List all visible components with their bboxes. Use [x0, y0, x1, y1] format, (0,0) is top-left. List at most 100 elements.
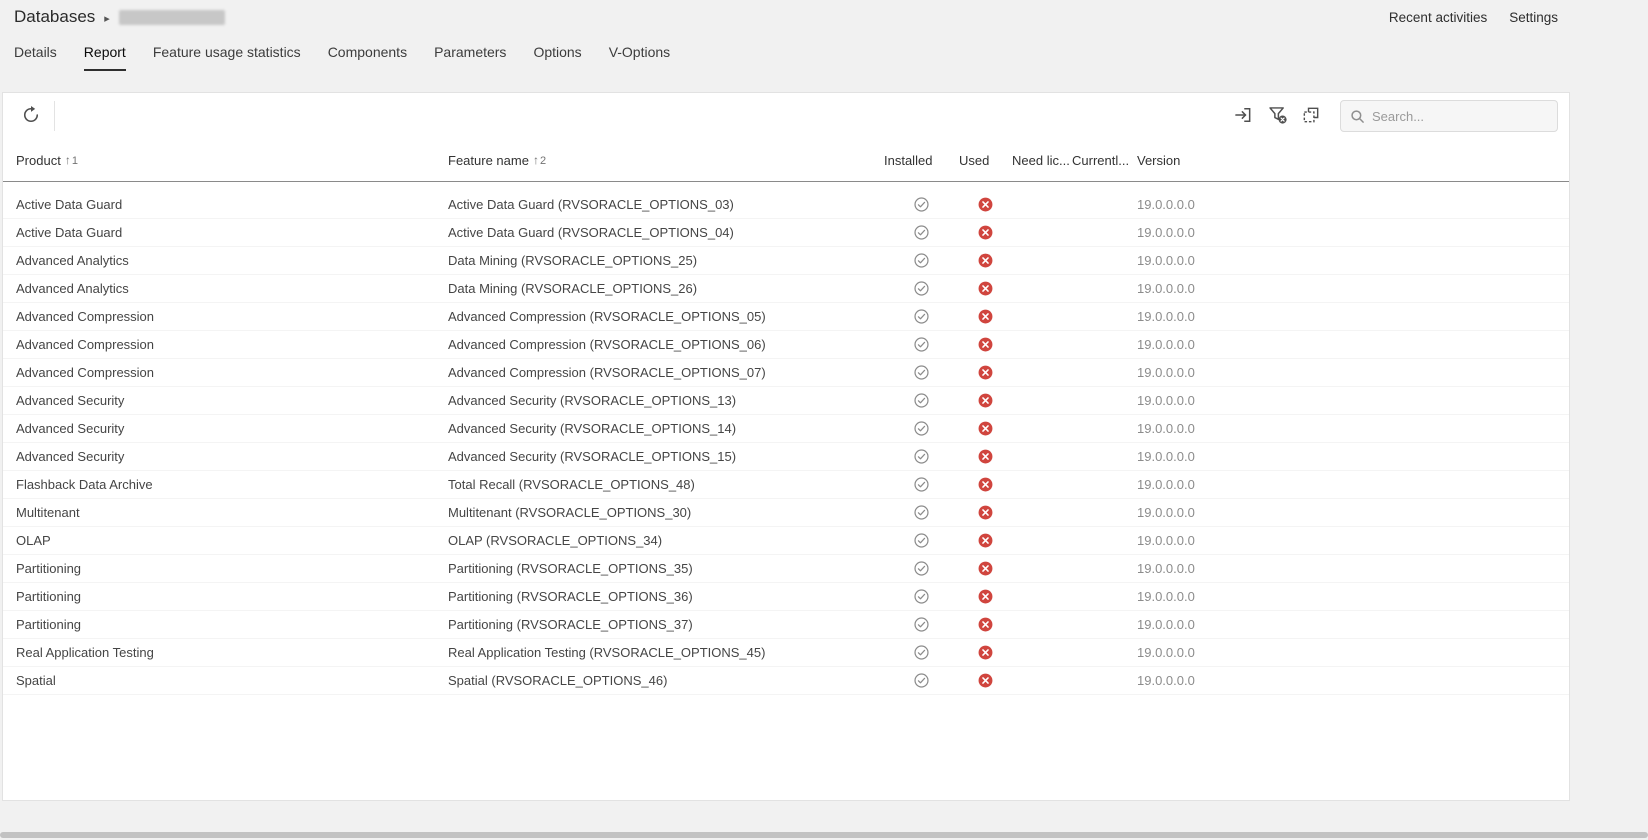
cell-used — [959, 225, 1012, 240]
used-no-icon — [978, 393, 993, 408]
used-no-icon — [978, 645, 993, 660]
installed-yes-icon — [914, 673, 929, 688]
tab-components[interactable]: Components — [328, 44, 407, 71]
column-header-feature-name[interactable]: Feature name ↑ 2 — [448, 153, 884, 168]
cell-installed — [884, 617, 959, 632]
cell-version: 19.0.0.0.0 — [1137, 561, 1556, 576]
cell-used — [959, 617, 1012, 632]
cell-product: Advanced Compression — [16, 309, 448, 324]
installed-yes-icon — [914, 505, 929, 520]
column-header-product[interactable]: Product ↑ 1 — [16, 153, 448, 168]
cell-installed — [884, 505, 959, 520]
cell-version: 19.0.0.0.0 — [1137, 533, 1556, 548]
table-row[interactable]: Advanced Analytics Data Mining (RVSORACL… — [3, 247, 1569, 275]
cell-version: 19.0.0.0.0 — [1137, 477, 1556, 492]
cell-installed — [884, 393, 959, 408]
cell-used — [959, 673, 1012, 688]
installed-yes-icon — [914, 253, 929, 268]
cell-installed — [884, 309, 959, 324]
sort-order-number: 2 — [540, 155, 546, 167]
cell-product: Advanced Security — [16, 421, 448, 436]
installed-yes-icon — [914, 533, 929, 548]
cell-version: 19.0.0.0.0 — [1137, 673, 1556, 688]
column-header-installed[interactable]: Installed — [884, 153, 959, 168]
sort-indicator: ↑ 1 — [65, 153, 78, 167]
cell-feature-name: Real Application Testing (RVSORACLE_OPTI… — [448, 645, 884, 660]
table-row[interactable]: Spatial Spatial (RVSORACLE_OPTIONS_46) 1… — [3, 667, 1569, 695]
cell-used — [959, 281, 1012, 296]
search-input[interactable] — [1372, 109, 1548, 124]
table-row[interactable]: Advanced Compression Advanced Compressio… — [3, 359, 1569, 387]
cell-product: Flashback Data Archive — [16, 477, 448, 492]
cell-version: 19.0.0.0.0 — [1137, 365, 1556, 380]
cell-version: 19.0.0.0.0 — [1137, 225, 1556, 240]
cell-installed — [884, 645, 959, 660]
column-header-version[interactable]: Version — [1137, 153, 1556, 168]
column-chooser-button[interactable] — [1294, 100, 1328, 132]
cell-version: 19.0.0.0.0 — [1137, 393, 1556, 408]
tab-feature-usage-statistics[interactable]: Feature usage statistics — [153, 44, 301, 71]
settings-link[interactable]: Settings — [1509, 10, 1558, 25]
column-label: Currentl... — [1072, 153, 1129, 168]
used-no-icon — [978, 309, 993, 324]
tab-v-options[interactable]: V-Options — [609, 44, 670, 71]
tab-options[interactable]: Options — [533, 44, 581, 71]
cell-used — [959, 505, 1012, 520]
tab-parameters[interactable]: Parameters — [434, 44, 506, 71]
report-grid-panel: Product ↑ 1 Feature name ↑ 2 Installed U… — [2, 92, 1570, 801]
table-row[interactable]: Active Data Guard Active Data Guard (RVS… — [3, 191, 1569, 219]
cell-used — [959, 309, 1012, 324]
installed-yes-icon — [914, 617, 929, 632]
horizontal-scrollbar[interactable] — [0, 832, 1648, 838]
table-row[interactable]: Advanced Compression Advanced Compressio… — [3, 303, 1569, 331]
table-row[interactable]: Partitioning Partitioning (RVSORACLE_OPT… — [3, 611, 1569, 639]
cell-installed — [884, 421, 959, 436]
cell-used — [959, 561, 1012, 576]
cell-feature-name: Data Mining (RVSORACLE_OPTIONS_26) — [448, 281, 884, 296]
cell-product: Advanced Compression — [16, 337, 448, 352]
table-row[interactable]: Partitioning Partitioning (RVSORACLE_OPT… — [3, 583, 1569, 611]
cell-product: Partitioning — [16, 589, 448, 604]
cell-used — [959, 253, 1012, 268]
cell-installed — [884, 561, 959, 576]
column-label: Feature name — [448, 153, 529, 168]
cell-installed — [884, 477, 959, 492]
table-row[interactable]: Flashback Data Archive Total Recall (RVS… — [3, 471, 1569, 499]
cell-product: Advanced Security — [16, 393, 448, 408]
cell-product: Spatial — [16, 673, 448, 688]
tab-report[interactable]: Report — [84, 44, 126, 71]
table-row[interactable]: Advanced Security Advanced Security (RVS… — [3, 415, 1569, 443]
table-row[interactable]: Multitenant Multitenant (RVSORACLE_OPTIO… — [3, 499, 1569, 527]
column-label: Installed — [884, 153, 932, 168]
cell-used — [959, 365, 1012, 380]
cell-used — [959, 421, 1012, 436]
column-header-currently-used[interactable]: Currentl... — [1072, 153, 1137, 168]
clear-filter-button[interactable] — [1260, 100, 1294, 132]
table-row[interactable]: OLAP OLAP (RVSORACLE_OPTIONS_34) 19.0.0.… — [3, 527, 1569, 555]
column-header-need-license[interactable]: Need lic... — [1012, 153, 1072, 168]
cell-product: Partitioning — [16, 561, 448, 576]
app-root: Databases ▸ Recent activities Settings D… — [0, 0, 1572, 840]
table-row[interactable]: Real Application Testing Real Applicatio… — [3, 639, 1569, 667]
table-row[interactable]: Partitioning Partitioning (RVSORACLE_OPT… — [3, 555, 1569, 583]
recent-activities-link[interactable]: Recent activities — [1389, 10, 1487, 25]
cell-used — [959, 533, 1012, 548]
tab-details[interactable]: Details — [14, 44, 57, 71]
refresh-button[interactable] — [14, 100, 48, 132]
table-row[interactable]: Advanced Security Advanced Security (RVS… — [3, 387, 1569, 415]
export-button[interactable] — [1226, 100, 1260, 132]
cell-used — [959, 197, 1012, 212]
table-row[interactable]: Advanced Compression Advanced Compressio… — [3, 331, 1569, 359]
cell-feature-name: Advanced Security (RVSORACLE_OPTIONS_13) — [448, 393, 884, 408]
installed-yes-icon — [914, 309, 929, 324]
table-row[interactable]: Advanced Security Advanced Security (RVS… — [3, 443, 1569, 471]
cell-feature-name: Partitioning (RVSORACLE_OPTIONS_35) — [448, 561, 884, 576]
breadcrumb-databases[interactable]: Databases — [14, 7, 95, 27]
cell-installed — [884, 589, 959, 604]
used-no-icon — [978, 421, 993, 436]
table-row[interactable]: Active Data Guard Active Data Guard (RVS… — [3, 219, 1569, 247]
column-header-used[interactable]: Used — [959, 153, 1012, 168]
cell-installed — [884, 197, 959, 212]
column-label: Used — [959, 153, 989, 168]
table-row[interactable]: Advanced Analytics Data Mining (RVSORACL… — [3, 275, 1569, 303]
